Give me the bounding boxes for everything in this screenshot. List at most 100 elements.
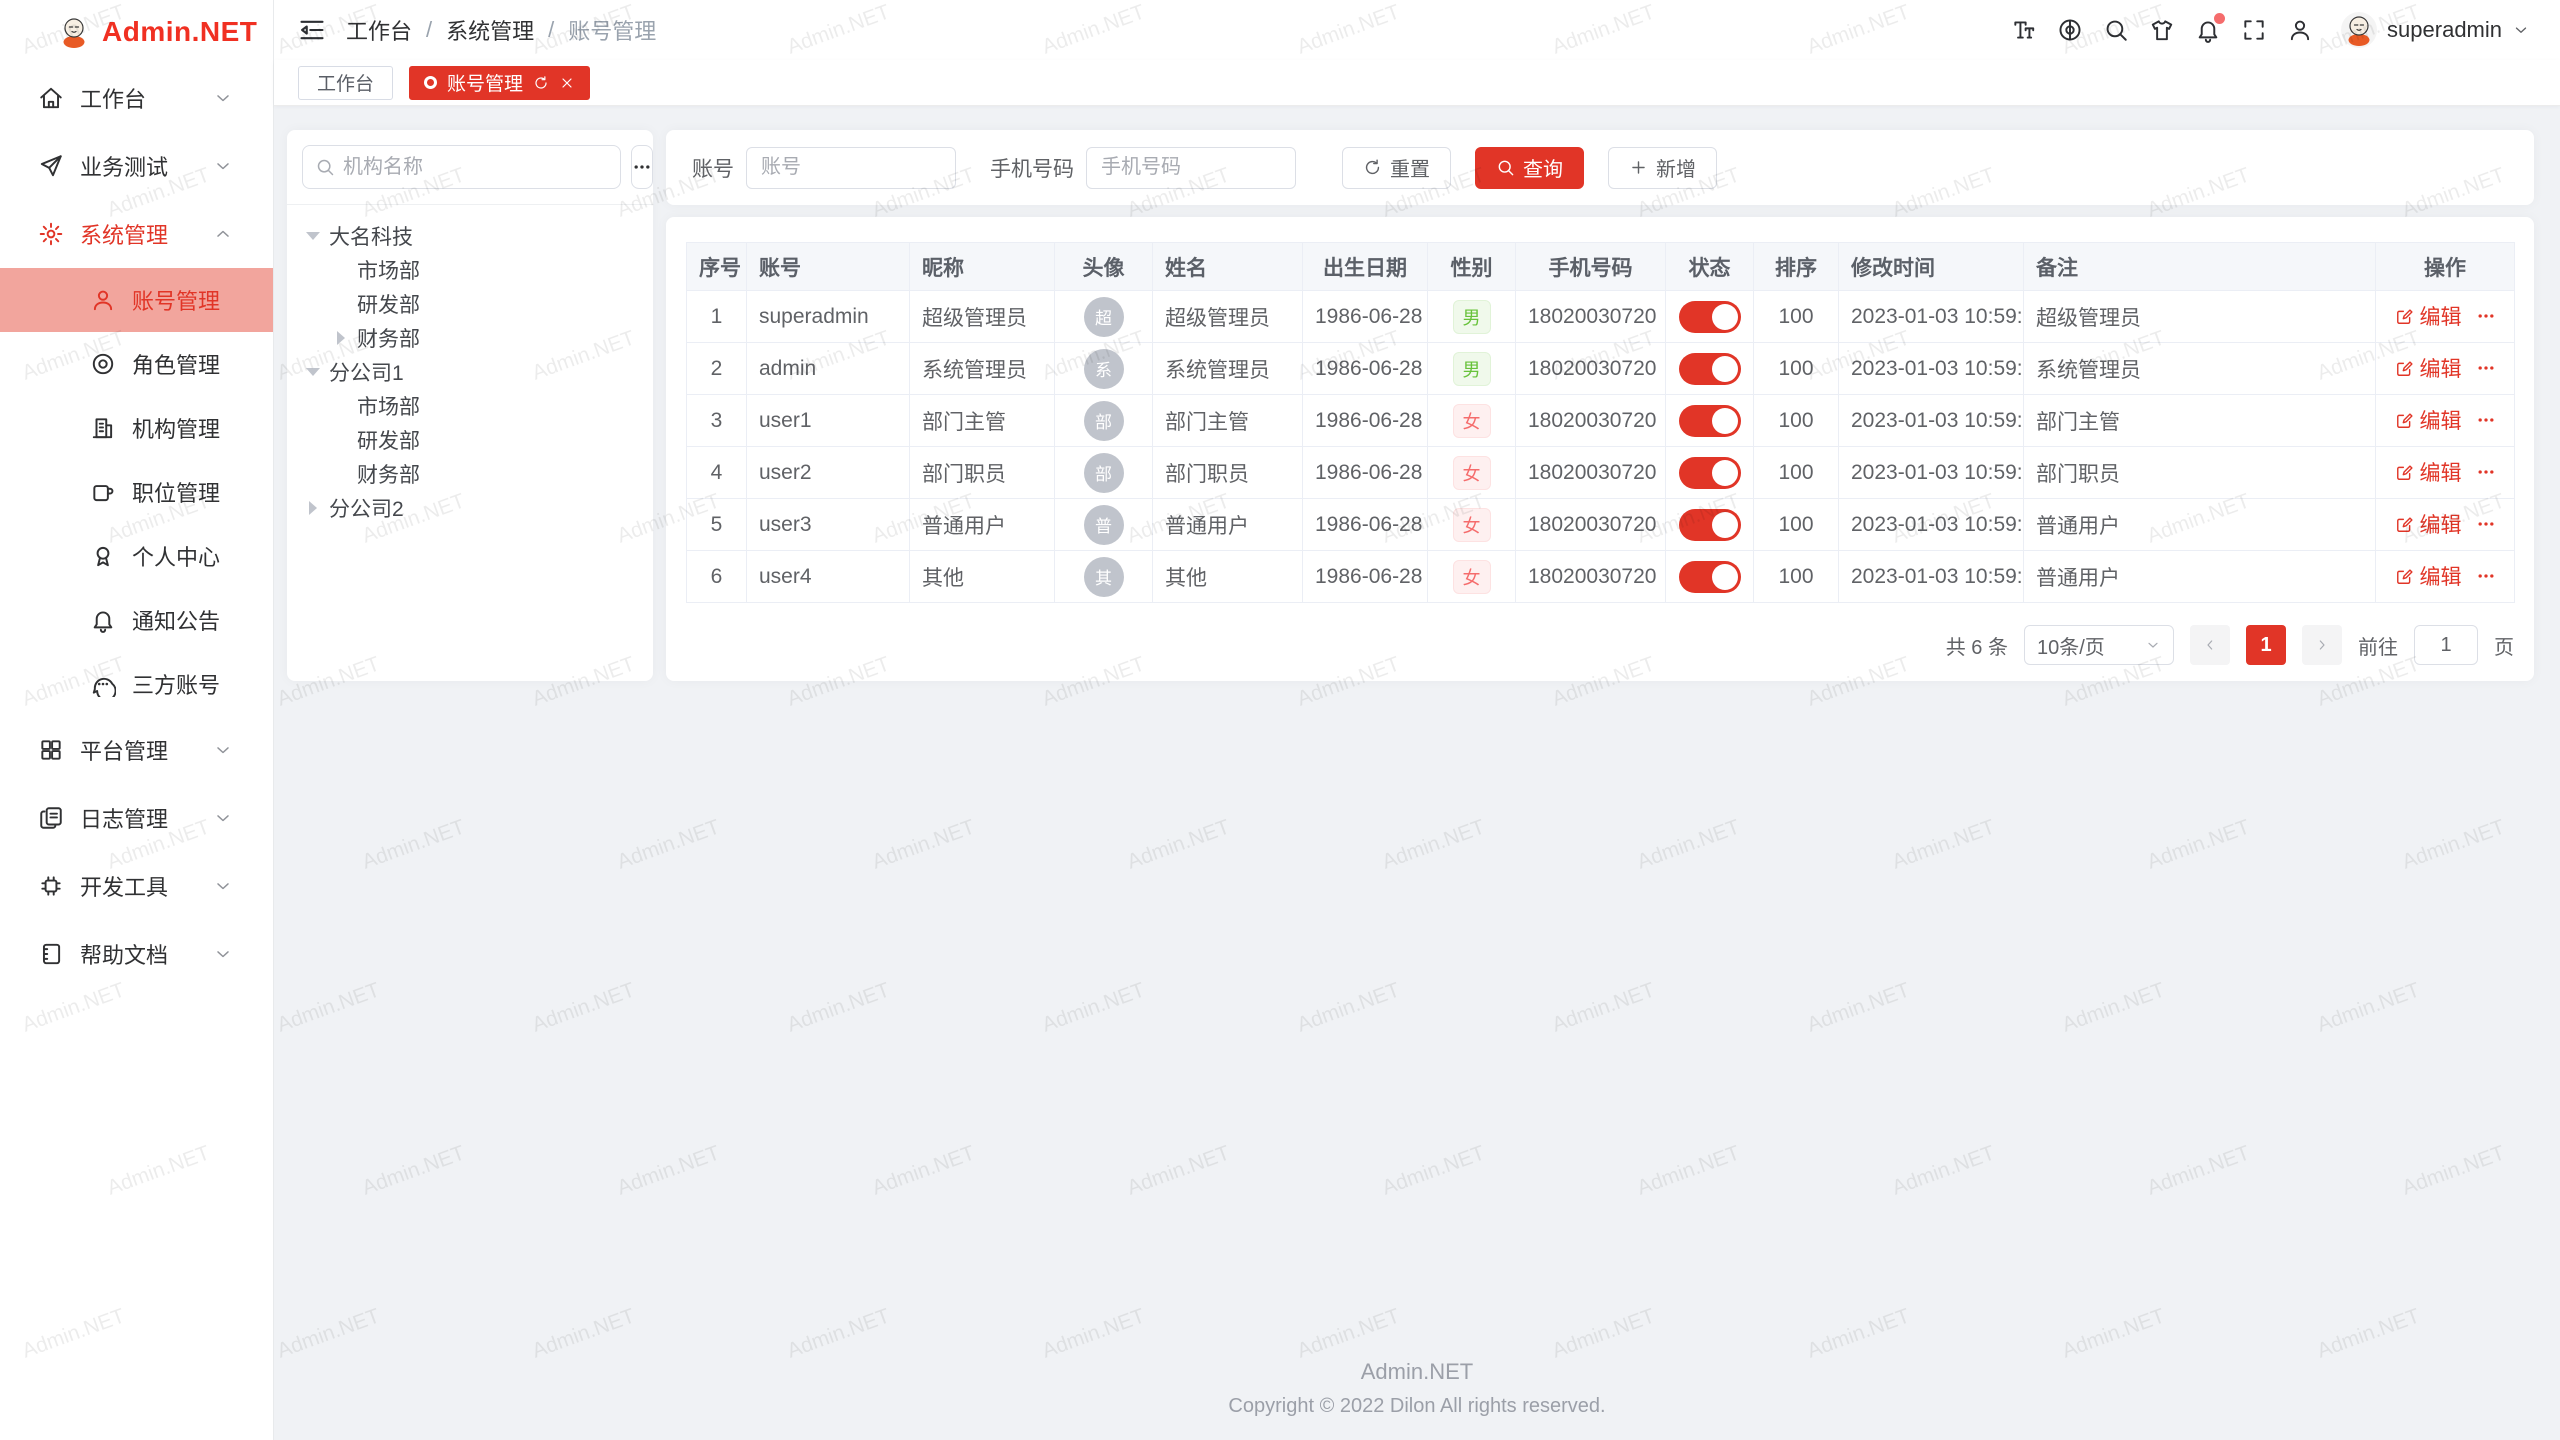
fullscreen-icon[interactable]	[2241, 17, 2267, 43]
goto-page-input[interactable]	[2414, 625, 2478, 665]
row-actions: 编辑	[2395, 561, 2496, 591]
sidebar-item-org-mgmt[interactable]: 机构管理	[0, 396, 273, 460]
tree-node[interactable]: 分公司2	[297, 491, 643, 525]
next-page-button[interactable]	[2302, 625, 2342, 665]
sidebar-item-role-mgmt[interactable]: 角色管理	[0, 332, 273, 396]
add-button[interactable]: 新增	[1608, 147, 1717, 189]
tree-node[interactable]: 分公司1	[297, 355, 643, 389]
org-more-button[interactable]	[631, 145, 653, 189]
status-toggle[interactable]	[1679, 457, 1741, 489]
sidebar-item-personal-center[interactable]: 个人中心	[0, 524, 273, 588]
sidebar-item-account-mgmt[interactable]: 账号管理	[0, 268, 273, 332]
sidebar-item-third-party-account[interactable]: 三方账号	[0, 652, 273, 716]
column-header-modified: 修改时间	[1839, 243, 2024, 291]
tree-node[interactable]: 研发部	[297, 423, 643, 457]
query-button[interactable]: 查询	[1475, 147, 1584, 189]
cell-name: 部门职员	[1153, 447, 1303, 499]
edit-icon	[2395, 411, 2414, 430]
reset-button[interactable]: 重置	[1342, 147, 1451, 189]
row-actions: 编辑	[2395, 405, 2496, 435]
cell-actions: 编辑	[2376, 395, 2515, 447]
chevron-down-icon	[213, 944, 233, 964]
status-toggle[interactable]	[1679, 301, 1741, 333]
book-icon	[38, 941, 64, 967]
edit-button[interactable]: 编辑	[2395, 509, 2462, 539]
tab-account-mgmt[interactable]: 账号管理	[409, 66, 590, 100]
cell-index: 2	[687, 343, 747, 395]
status-toggle[interactable]	[1679, 509, 1741, 541]
language-icon[interactable]	[2057, 17, 2083, 43]
edit-icon	[2395, 567, 2414, 586]
edit-button[interactable]: 编辑	[2395, 301, 2462, 331]
prev-page-button[interactable]	[2190, 625, 2230, 665]
user-menu[interactable]: superadmin	[2341, 12, 2530, 48]
ellipsis-icon	[2476, 358, 2496, 378]
collapse-menu-icon[interactable]	[298, 16, 326, 44]
tree-caret-icon[interactable]	[331, 328, 351, 348]
page-number-button[interactable]: 1	[2246, 625, 2286, 665]
profile-icon[interactable]	[2287, 17, 2313, 43]
tree-node[interactable]: 大名科技	[297, 219, 643, 253]
edit-button[interactable]: 编辑	[2395, 405, 2462, 435]
row-actions: 编辑	[2395, 301, 2496, 331]
home-icon	[38, 85, 64, 111]
tree-node[interactable]: 市场部	[297, 389, 643, 423]
table-row: 4user2部门职员部部门职员1986-06-28女18020030720100…	[687, 447, 2515, 499]
row-more-button[interactable]	[2476, 358, 2496, 378]
edit-button[interactable]: 编辑	[2395, 353, 2462, 383]
tree-caret-icon[interactable]	[303, 362, 323, 382]
row-more-button[interactable]	[2476, 410, 2496, 430]
tree-node[interactable]: 财务部	[297, 321, 643, 355]
account-input[interactable]	[746, 147, 956, 189]
tree-node-label: 财务部	[357, 323, 420, 353]
cell-remark: 普通用户	[2024, 551, 2376, 603]
tree-node[interactable]: 财务部	[297, 457, 643, 491]
tree-node[interactable]: 市场部	[297, 253, 643, 287]
ellipsis-icon	[2476, 514, 2496, 534]
sidebar-item-notice[interactable]: 通知公告	[0, 588, 273, 652]
cell-gender: 女	[1428, 395, 1516, 447]
sidebar-item-log-mgmt[interactable]: 日志管理	[0, 784, 273, 852]
breadcrumb-item[interactable]: 工作台	[346, 14, 412, 46]
org-search-input[interactable]	[343, 156, 608, 179]
search-icon[interactable]	[2103, 17, 2129, 43]
cell-name: 普通用户	[1153, 499, 1303, 551]
sidebar-item-system-mgmt[interactable]: 系统管理	[0, 200, 273, 268]
font-size-icon[interactable]	[2011, 17, 2037, 43]
notification-bell-icon[interactable]	[2195, 17, 2221, 43]
close-icon[interactable]	[559, 75, 575, 91]
tree-caret-icon[interactable]	[303, 498, 323, 518]
cell-avatar: 超	[1055, 291, 1153, 343]
refresh-tab-icon[interactable]	[533, 75, 549, 91]
cell-nickname: 超级管理员	[910, 291, 1055, 343]
cell-actions: 编辑	[2376, 499, 2515, 551]
theme-icon[interactable]	[2149, 17, 2175, 43]
cell-status	[1666, 551, 1754, 603]
row-more-button[interactable]	[2476, 306, 2496, 326]
edit-button[interactable]: 编辑	[2395, 457, 2462, 487]
status-toggle[interactable]	[1679, 353, 1741, 385]
page-size-select[interactable]: 10条/页	[2024, 625, 2174, 665]
sidebar-item-business-test[interactable]: 业务测试	[0, 132, 273, 200]
row-more-button[interactable]	[2476, 514, 2496, 534]
sidebar-item-help-docs[interactable]: 帮助文档	[0, 920, 273, 988]
edit-button[interactable]: 编辑	[2395, 561, 2462, 591]
status-toggle[interactable]	[1679, 561, 1741, 593]
breadcrumb-item[interactable]: 系统管理	[446, 14, 534, 46]
sidebar-item-platform-mgmt[interactable]: 平台管理	[0, 716, 273, 784]
filter-bar: 账号 手机号码 重置 查询 新增	[666, 130, 2534, 205]
cell-index: 1	[687, 291, 747, 343]
row-more-button[interactable]	[2476, 462, 2496, 482]
sidebar-item-dev-tools[interactable]: 开发工具	[0, 852, 273, 920]
row-more-button[interactable]	[2476, 566, 2496, 586]
tab-workbench[interactable]: 工作台	[298, 66, 393, 100]
tree-node-label: 市场部	[357, 255, 420, 285]
chat-icon	[90, 671, 116, 697]
sidebar-item-position-mgmt[interactable]: 职位管理	[0, 460, 273, 524]
tree-caret-icon[interactable]	[303, 226, 323, 246]
status-toggle[interactable]	[1679, 405, 1741, 437]
phone-input[interactable]	[1086, 147, 1296, 189]
tree-node[interactable]: 研发部	[297, 287, 643, 321]
sidebar-item-workbench[interactable]: 工作台	[0, 64, 273, 132]
cell-nickname: 其他	[910, 551, 1055, 603]
